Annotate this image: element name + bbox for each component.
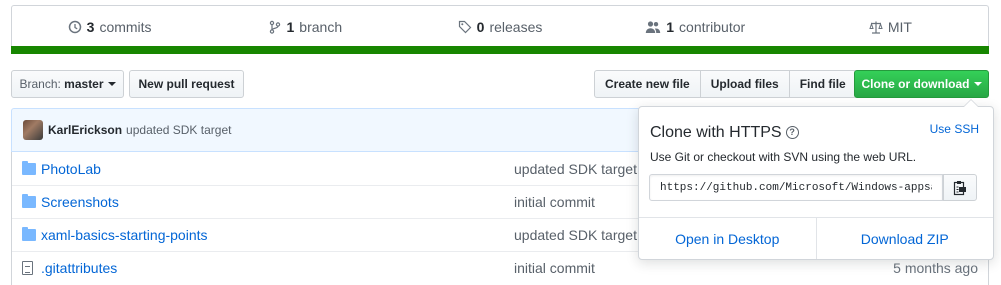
clone-or-download-button[interactable]: Clone or download [854,70,989,98]
file-commit-message[interactable]: initial commit [514,194,595,210]
summary-branches[interactable]: 1 branch [207,19,402,35]
file-icon [22,261,33,275]
summary-commits[interactable]: 3 commits [12,19,207,35]
open-in-desktop-link[interactable]: Open in Desktop [639,218,817,259]
branch-select-button[interactable]: Branch: master [11,70,124,98]
file-name-link[interactable]: Screenshots [41,194,119,210]
new-pull-request-button[interactable]: New pull request [129,70,244,98]
commits-count: 3 [86,19,95,35]
releases-count: 0 [476,19,485,35]
clone-popover: Clone with HTTPS? Use SSH Use Git or che… [638,99,994,260]
branch-icon [269,20,280,34]
chevron-down-icon [107,82,116,86]
chevron-down-icon [973,82,982,86]
question-icon[interactable]: ? [785,126,799,140]
file-age: 5 months ago [893,260,978,276]
popover-title-text: Clone with HTTPS [650,124,782,141]
file-commit-message[interactable]: updated SDK target [514,227,637,243]
language-bar[interactable] [11,46,989,54]
history-icon [68,20,81,34]
contributors-label: contributor [679,19,746,35]
clone-url-input[interactable] [649,174,943,201]
avatar[interactable] [23,120,43,140]
commit-author[interactable]: KarlErickson [48,123,122,137]
file-actions-group: Create new file Upload files Find file [594,70,857,98]
license-label: MIT [887,19,912,35]
clipboard-icon [953,180,966,195]
download-zip-link[interactable]: Download ZIP [817,218,994,259]
branches-count: 1 [286,19,295,35]
folder-icon [22,194,36,208]
summary-license[interactable]: MIT [793,19,988,35]
law-icon [869,21,883,34]
tag-icon [458,20,471,34]
branch-prefix: Branch: [19,77,61,91]
popover-description: Use Git or checkout with SVN using the w… [650,150,917,164]
summary-releases[interactable]: 0 releases [402,19,597,35]
branches-label: branch [299,19,343,35]
use-ssh-link[interactable]: Use SSH [930,122,979,136]
contributors-count: 1 [666,19,675,35]
commits-label: commits [99,19,152,35]
people-icon [646,21,661,33]
folder-icon [22,227,36,241]
repo-summary-bar: 3 commits 1 branch 0 releases 1 contribu… [11,5,989,54]
file-name-link[interactable]: PhotoLab [41,161,101,177]
commit-message[interactable]: updated SDK target [126,123,231,137]
branch-name: master [64,77,104,91]
file-commit-message[interactable]: updated SDK target [514,161,637,177]
summary-contributors[interactable]: 1 contributor [598,19,793,35]
clone-label: Clone or download [861,77,970,91]
popover-title: Clone with HTTPS? [650,124,799,142]
create-new-file-button[interactable]: Create new file [594,70,701,98]
file-name-link[interactable]: .gitattributes [41,260,117,276]
folder-icon [22,160,36,175]
popover-footer: Open in Desktop Download ZIP [639,217,993,259]
file-commit-message[interactable]: initial commit [514,260,595,276]
find-file-button[interactable]: Find file [789,70,857,98]
copy-url-button[interactable] [943,174,977,201]
file-name-link[interactable]: xaml-basics-starting-points [41,227,208,243]
upload-files-button[interactable]: Upload files [700,70,790,98]
releases-label: releases [489,19,543,35]
